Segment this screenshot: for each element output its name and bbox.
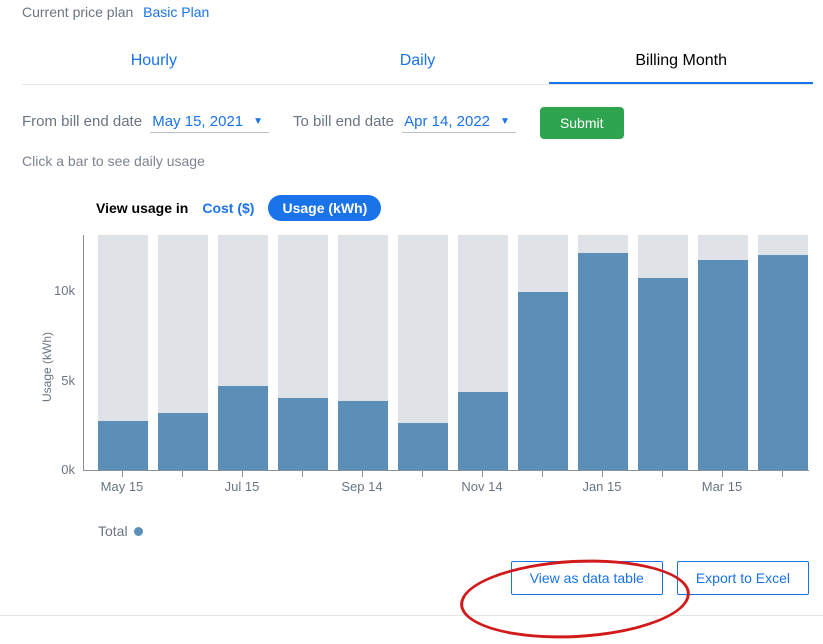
y-axis-title: Usage (kWh) — [36, 235, 54, 499]
chart-bar[interactable] — [338, 235, 388, 470]
chart-bar[interactable] — [698, 235, 748, 470]
chart-bar[interactable] — [218, 235, 268, 470]
legend-dot-icon — [134, 527, 143, 536]
chart-bar[interactable] — [398, 235, 448, 470]
chart-bar[interactable] — [158, 235, 208, 470]
chart-bar[interactable] — [578, 235, 628, 470]
chevron-down-icon: ▼ — [500, 116, 510, 127]
tabs: Hourly Daily Billing Month — [22, 38, 813, 85]
footer-divider — [0, 615, 823, 616]
submit-button[interactable]: Submit — [540, 107, 624, 139]
to-date-label: To bill end date — [293, 113, 394, 130]
from-date-label: From bill end date — [22, 113, 142, 130]
chart-bar[interactable] — [758, 235, 808, 470]
y-ticks: 10k 5k 0k — [54, 235, 83, 471]
hint-text: Click a bar to see daily usage — [22, 153, 813, 169]
toggle-cost[interactable]: Cost ($) — [202, 200, 254, 216]
chart-bar[interactable] — [278, 235, 328, 470]
view-as-table-button[interactable]: View as data table — [511, 561, 663, 595]
toggle-label: View usage in — [96, 200, 188, 216]
x-label: Nov 14 — [461, 479, 502, 494]
export-to-excel-button[interactable]: Export to Excel — [677, 561, 809, 595]
y-tick-bottom: 0k — [61, 462, 75, 477]
price-plan-link[interactable]: Basic Plan — [143, 4, 209, 20]
y-tick-top: 10k — [54, 283, 75, 298]
x-label: Jan 15 — [582, 479, 621, 494]
chevron-down-icon: ▼ — [253, 116, 263, 127]
to-date-picker[interactable]: Apr 14, 2022 ▼ — [402, 113, 516, 133]
x-label: Jul 15 — [225, 479, 260, 494]
chart-plot — [83, 235, 809, 471]
tab-daily[interactable]: Daily — [286, 38, 550, 84]
x-label: May 15 — [101, 479, 144, 494]
tab-billing-month[interactable]: Billing Month — [549, 38, 813, 84]
chart-bar[interactable] — [458, 235, 508, 470]
x-label: Sep 14 — [341, 479, 382, 494]
from-date-picker[interactable]: May 15, 2021 ▼ — [150, 113, 269, 133]
chart-bar[interactable] — [98, 235, 148, 470]
y-tick-mid: 5k — [61, 373, 75, 388]
x-label: Mar 15 — [702, 479, 742, 494]
from-date-value: May 15, 2021 — [152, 113, 243, 130]
tab-hourly[interactable]: Hourly — [22, 38, 286, 84]
toggle-usage[interactable]: Usage (kWh) — [268, 195, 381, 221]
to-date-value: Apr 14, 2022 — [404, 113, 490, 130]
chart-bar[interactable] — [638, 235, 688, 470]
price-plan-text: Current price plan — [22, 4, 133, 20]
legend-label: Total — [98, 523, 128, 539]
chart-bar[interactable] — [518, 235, 568, 470]
